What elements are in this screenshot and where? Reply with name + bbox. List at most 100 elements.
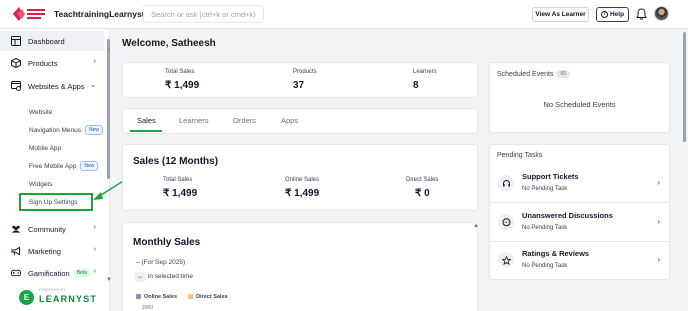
sales-title: Sales (12 Months) xyxy=(133,156,219,167)
no-scheduled-events: No Scheduled Events xyxy=(543,100,616,109)
left-right-arrows-icon: ↔ xyxy=(134,272,146,282)
tab-apps[interactable]: Apps xyxy=(281,116,298,125)
user-avatar[interactable] xyxy=(654,6,669,21)
pending-row-unanswered-discussions[interactable]: Unanswered Discussions No Pending Task › xyxy=(490,204,670,242)
active-tab-indicator xyxy=(130,130,162,132)
tab-learners[interactable]: Learners xyxy=(179,116,209,125)
chat-icon xyxy=(498,214,514,230)
search-input[interactable] xyxy=(144,6,263,22)
new-badge: New xyxy=(80,161,99,171)
pending-subtitle: No Pending Task xyxy=(522,225,568,231)
star-icon xyxy=(498,252,514,268)
sales-stat-label: Online Sales xyxy=(285,177,320,183)
sidebar-item-dashboard[interactable]: Dashboard xyxy=(0,31,104,51)
sales-stat-value: ₹ 0 xyxy=(415,188,430,199)
sidebar-item-community[interactable]: Community › xyxy=(0,219,104,239)
scheduled-events-title: Scheduled Events xyxy=(497,70,554,78)
pending-title: Support Tickets xyxy=(522,172,579,181)
stat-label: Total Sales xyxy=(165,69,195,75)
pending-row-ratings-reviews[interactable]: Ratings & Reviews No Pending Task › xyxy=(490,242,670,280)
sidebar-item-gamification[interactable]: Gamification Beta › xyxy=(0,263,104,283)
stat-value: 37 xyxy=(293,80,305,91)
tab-orders[interactable]: Orders xyxy=(233,116,256,125)
legend-swatch-online xyxy=(136,294,141,300)
community-icon xyxy=(11,224,21,234)
sales-stat-value: ₹ 1,499 xyxy=(285,188,320,199)
monthly-range-row: ↔ in selected time xyxy=(134,272,193,282)
help-button[interactable]: ? Help xyxy=(596,7,629,22)
chevron-right-icon: › xyxy=(657,178,660,187)
chevron-right-icon: › xyxy=(657,255,660,264)
pending-title: Unanswered Discussions xyxy=(522,211,613,220)
top-bar: TeachtrainingLearnyst View As Learner ? … xyxy=(0,0,688,29)
search-box[interactable] xyxy=(143,5,264,23)
headset-icon xyxy=(498,175,514,191)
gamepad-icon xyxy=(11,268,21,278)
chevron-right-icon: › xyxy=(93,224,96,231)
new-badge: New xyxy=(85,125,104,135)
scheduled-events-header: Scheduled Events 00 xyxy=(497,70,570,78)
monthly-sales-title: Monthly Sales xyxy=(133,237,201,248)
sub-item-navigation-menus[interactable]: Navigation Menus New xyxy=(29,123,104,137)
sub-item-mobile-app[interactable]: Mobile App xyxy=(29,141,61,155)
sidebar-item-label: Websites & Apps xyxy=(28,81,85,91)
sidebar-item-label: Community xyxy=(28,224,66,234)
sub-item-free-mobile-app[interactable]: Free Mobile App New xyxy=(29,159,99,173)
collapse-sidebar-icon[interactable]: ‹ xyxy=(108,46,110,53)
sidebar-item-label: Gamification xyxy=(28,268,70,278)
stat-label: Products xyxy=(293,69,317,75)
pending-subtitle: No Pending Task xyxy=(522,186,568,192)
sales-stat-label: Total Sales xyxy=(163,177,193,183)
legend-direct: Direct Sales xyxy=(196,294,228,300)
powered-by-label: POWERED BY xyxy=(39,288,66,292)
legend-swatch-direct xyxy=(188,294,194,300)
selected-time-label: in selected time xyxy=(147,273,193,280)
sub-item-website[interactable]: Website xyxy=(29,105,52,119)
notification-bell-icon[interactable] xyxy=(636,8,647,20)
school-name[interactable]: TeachtrainingLearnyst xyxy=(54,9,145,19)
monthly-period: (For Sep 2025) xyxy=(141,259,186,266)
pending-row-support-tickets[interactable]: Support Tickets No Pending Task › xyxy=(490,165,670,203)
pending-subtitle: No Pending Task xyxy=(522,263,568,269)
page-title: Welcome, Satheesh xyxy=(122,38,216,49)
powered-by-brand: LEARNYST xyxy=(39,294,98,304)
stat-label: Learners xyxy=(413,69,437,75)
period-dash: – xyxy=(136,259,140,266)
box-icon xyxy=(11,58,21,68)
y-axis-tick: 2000 xyxy=(142,305,154,311)
main-scrollbar[interactable] xyxy=(683,32,686,142)
tab-sales[interactable]: Sales xyxy=(137,116,156,125)
monthly-period-row: – (For Sep 2025) xyxy=(136,259,185,266)
beta-badge: Beta xyxy=(73,269,90,277)
dashboard-icon xyxy=(11,36,21,46)
sidebar-item-label: Products xyxy=(28,58,58,68)
sub-item-widgets[interactable]: Widgets xyxy=(29,177,52,191)
sidebar-item-label: Dashboard xyxy=(28,36,65,46)
sidebar-scrollbar[interactable] xyxy=(107,39,110,179)
scroll-up-icon[interactable]: ▲ xyxy=(473,223,479,229)
chevron-right-icon: › xyxy=(93,268,96,275)
company-logo[interactable] xyxy=(11,6,47,22)
sub-item-label: Website xyxy=(29,108,53,116)
sidebar-item-products[interactable]: Products › xyxy=(0,53,104,73)
learnyst-logo-icon: E xyxy=(19,290,34,305)
pending-title: Ratings & Reviews xyxy=(522,249,590,258)
scroll-down-icon[interactable]: ▼ xyxy=(106,277,112,283)
help-label: Help xyxy=(609,11,625,18)
sub-item-label: Free Mobile App xyxy=(29,162,77,170)
pending-tasks-title: Pending Tasks xyxy=(497,152,543,159)
highlight-annotation-box xyxy=(19,193,93,211)
sales-stat-value: ₹ 1,499 xyxy=(163,188,198,199)
powered-by-learnyst: E POWERED BY LEARNYST xyxy=(17,287,97,307)
scheduled-count-badge: 00 xyxy=(556,70,570,78)
tabs-card xyxy=(122,108,478,134)
view-as-learner-button[interactable]: View As Learner xyxy=(532,7,589,22)
sidebar-item-label: Marketing xyxy=(28,246,61,256)
sidebar-item-websites-apps[interactable]: Websites & Apps ⌄ xyxy=(0,76,104,96)
stat-value: 8 xyxy=(413,80,419,91)
chevron-right-icon: › xyxy=(93,58,96,65)
megaphone-icon xyxy=(11,246,21,256)
sub-item-label: Navigation Menus xyxy=(29,126,82,134)
sub-item-label: Widgets xyxy=(29,180,53,188)
sidebar-item-marketing[interactable]: Marketing › xyxy=(0,241,104,261)
